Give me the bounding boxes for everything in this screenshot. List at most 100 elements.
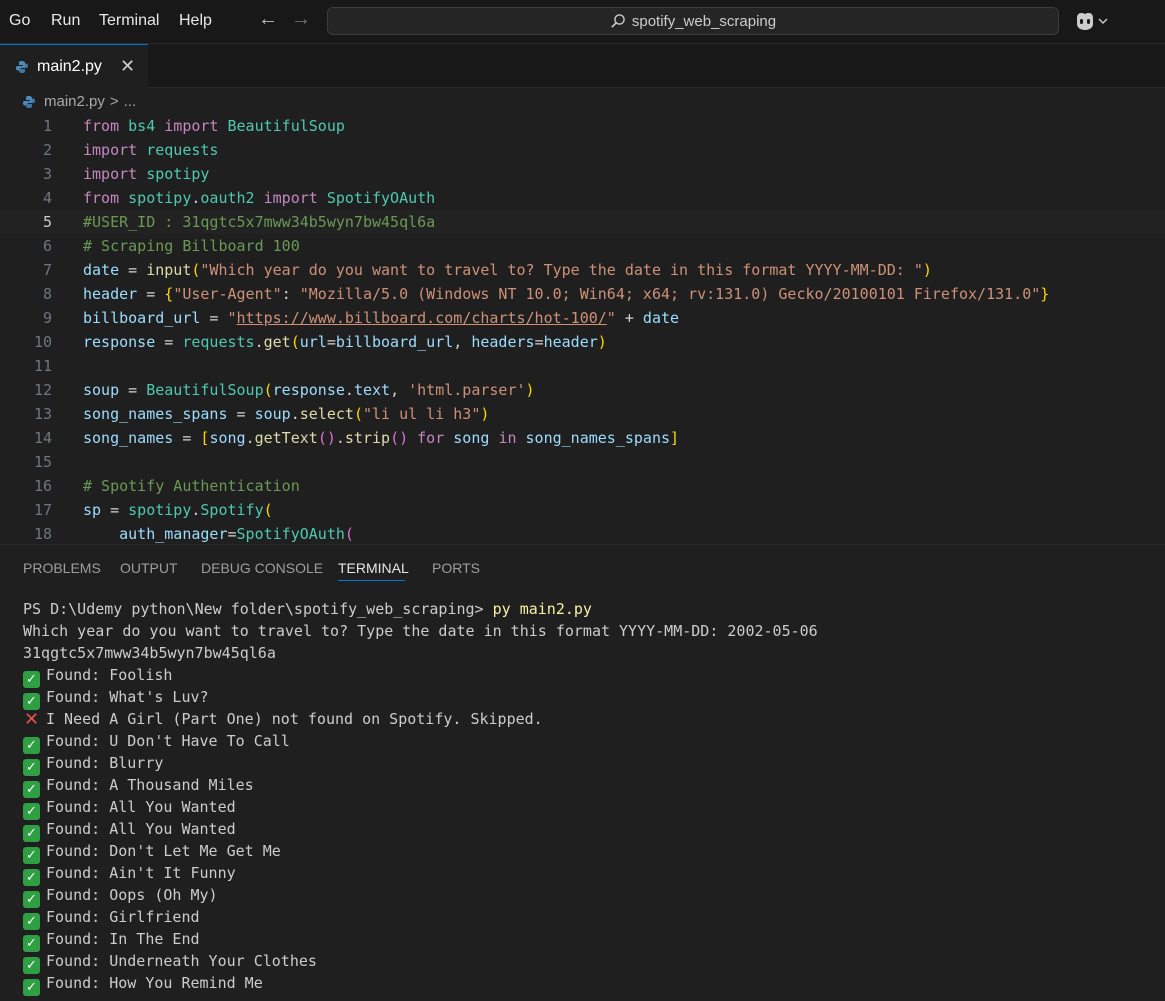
terminal-line: Which year do you want to travel to? Typ… [23,622,818,640]
line-number: 15 [33,453,52,471]
tab-problems[interactable]: PROBLEMS [23,560,101,576]
code-token: from [83,117,120,135]
line-number: 7 [42,261,52,279]
tab-output[interactable]: OUTPUT [120,560,178,576]
code-line[interactable]: 3 import spotipy [0,162,1165,186]
terminal-output[interactable]: PS D:\Udemy python\New folder\spotify_we… [0,598,1165,998]
code-line[interactable]: 4 from spotipy.oauth2 import SpotifyOAuth [0,186,1165,210]
code-line[interactable]: 2 import requests [0,138,1165,162]
terminal-result-line: ✓ Found: A Thousand Miles [23,774,254,798]
code-token: oauth2 [200,189,255,207]
code-line[interactable]: 12 soup = BeautifulSoup(response.text, 'h… [0,378,1165,402]
code-line[interactable]: 7 date = input("Which year do you want to… [0,258,1165,282]
breadcrumb-file[interactable]: main2.py [44,93,105,110]
forward-arrow-icon[interactable]: → [291,8,311,31]
code-token: SpotifyOAuth [326,189,436,207]
code-token: in [498,429,517,447]
terminal-result-line: ✓ Found: Blurry [23,752,164,776]
code-token: auth_manager [119,525,228,543]
code-comment: # Scraping Billboard 100 [83,237,300,255]
python-file-icon [16,60,28,73]
code-token: bs4 [128,117,156,135]
code-token: response [83,333,156,351]
code-token: date [642,309,680,327]
terminal-result-text: Found: Blurry [46,754,164,772]
terminal-result-text: Found: Ain't It Funny [46,864,236,882]
line-number: 1 [42,117,52,135]
tab-ports[interactable]: PORTS [432,560,480,576]
code-url-link[interactable]: https://www.billboard.com/charts/hot-100… [237,309,607,327]
close-icon[interactable]: ✕ [120,56,135,77]
chevron-down-icon [1098,18,1108,24]
code-line[interactable]: 11 [0,354,1165,378]
code-line[interactable]: 6 # Scraping Billboard 100 [0,234,1165,258]
code-line-active[interactable]: 5 #USER_ID : 31qgtc5x7mww34b5wyn7bw45ql6a [0,210,1165,234]
code-line[interactable]: 13 song_names_spans = soup.select("li ul … [0,402,1165,426]
code-token: spotipy [128,189,192,207]
code-token: soup [254,405,291,423]
back-arrow-icon[interactable]: ← [258,8,278,31]
active-tab-indicator [338,580,405,581]
terminal-result-line: ✓ Found: Underneath Your Clothes [23,950,317,974]
terminal-result-text: Found: Foolish [46,666,173,684]
code-string: "Mozilla/5.0 (Windows NT 10.0; Win64; x6… [299,285,1041,303]
code-line[interactable]: 14 song_names = [song.getText().strip() f… [0,426,1165,450]
code-token: import [83,165,138,183]
copilot-button[interactable] [1073,10,1109,32]
command-center-search[interactable]: spotify_web_scraping [327,7,1059,35]
line-number: 14 [33,429,52,447]
terminal-result-text: Found: Don't Let Me Get Me [46,842,281,860]
terminal-result-line: ✓ Found: Oops (Oh My) [23,884,218,908]
code-line[interactable]: 10 response = requests.get(url=billboard_… [0,330,1165,354]
terminal-result-text: Found: All You Wanted [46,820,236,838]
code-token: getText [254,429,318,447]
code-token: header [83,285,138,303]
code-token: billboard_url [335,333,454,351]
code-line[interactable]: 1 from bs4 import BeautifulSoup [0,114,1165,138]
code-comment: # Spotify Authentication [83,477,300,495]
code-token: song [209,429,246,447]
code-token: get [263,333,291,351]
code-string: " [227,309,237,327]
code-token: sp [83,501,102,519]
menu-terminal[interactable]: Terminal [99,12,159,30]
terminal-result-line: ✓ Found: Ain't It Funny [23,862,236,886]
search-icon [611,14,625,28]
code-line[interactable]: 8 header = {"User-Agent": "Mozilla/5.0 (W… [0,282,1165,306]
code-token: from [83,189,120,207]
line-number: 12 [33,381,52,399]
code-token: url [299,333,327,351]
code-token: response [272,381,345,399]
code-token: for [417,429,445,447]
code-token: text [353,381,391,399]
code-line[interactable]: 9 billboard_url = "https://www.billboard.… [0,306,1165,330]
code-line[interactable]: 15 [0,450,1165,474]
breadcrumb-symbol[interactable]: ... [124,93,137,110]
code-editor[interactable]: 1 from bs4 import BeautifulSoup 2 import r… [0,114,1165,544]
code-token: BeautifulSoup [146,381,264,399]
python-file-icon [23,95,35,108]
menu-help[interactable]: Help [179,12,212,30]
code-token: import [164,117,219,135]
code-token: headers [471,333,535,351]
menu-run[interactable]: Run [51,12,80,30]
line-number: 5 [42,213,52,231]
line-number: 11 [33,357,52,375]
menu-go[interactable]: Go [9,12,30,30]
terminal-result-text: Found: Oops (Oh My) [46,886,218,904]
terminal-result-text: Found: A Thousand Miles [46,776,254,794]
tab-debug-console[interactable]: DEBUG CONSOLE [201,560,323,576]
terminal-result-text: Found: What's Luv? [46,688,209,706]
breadcrumb[interactable]: main2.py > ... [22,93,136,110]
cross-mark-icon: ✕ [23,709,40,730]
code-string: " [606,309,616,327]
tab-terminal[interactable]: TERMINAL [338,560,409,576]
line-number: 17 [33,501,52,519]
code-token: song_names_spans [525,429,671,447]
tab-main2-py[interactable]: main2.py ✕ [0,44,148,88]
code-line[interactable]: 18 auth_manager=SpotifyOAuth( [0,522,1165,544]
panel-divider[interactable] [0,544,1165,545]
code-line[interactable]: 16 # Spotify Authentication [0,474,1165,498]
code-token: song_names_spans [83,405,228,423]
code-line[interactable]: 17 sp = spotipy.Spotify( [0,498,1165,522]
